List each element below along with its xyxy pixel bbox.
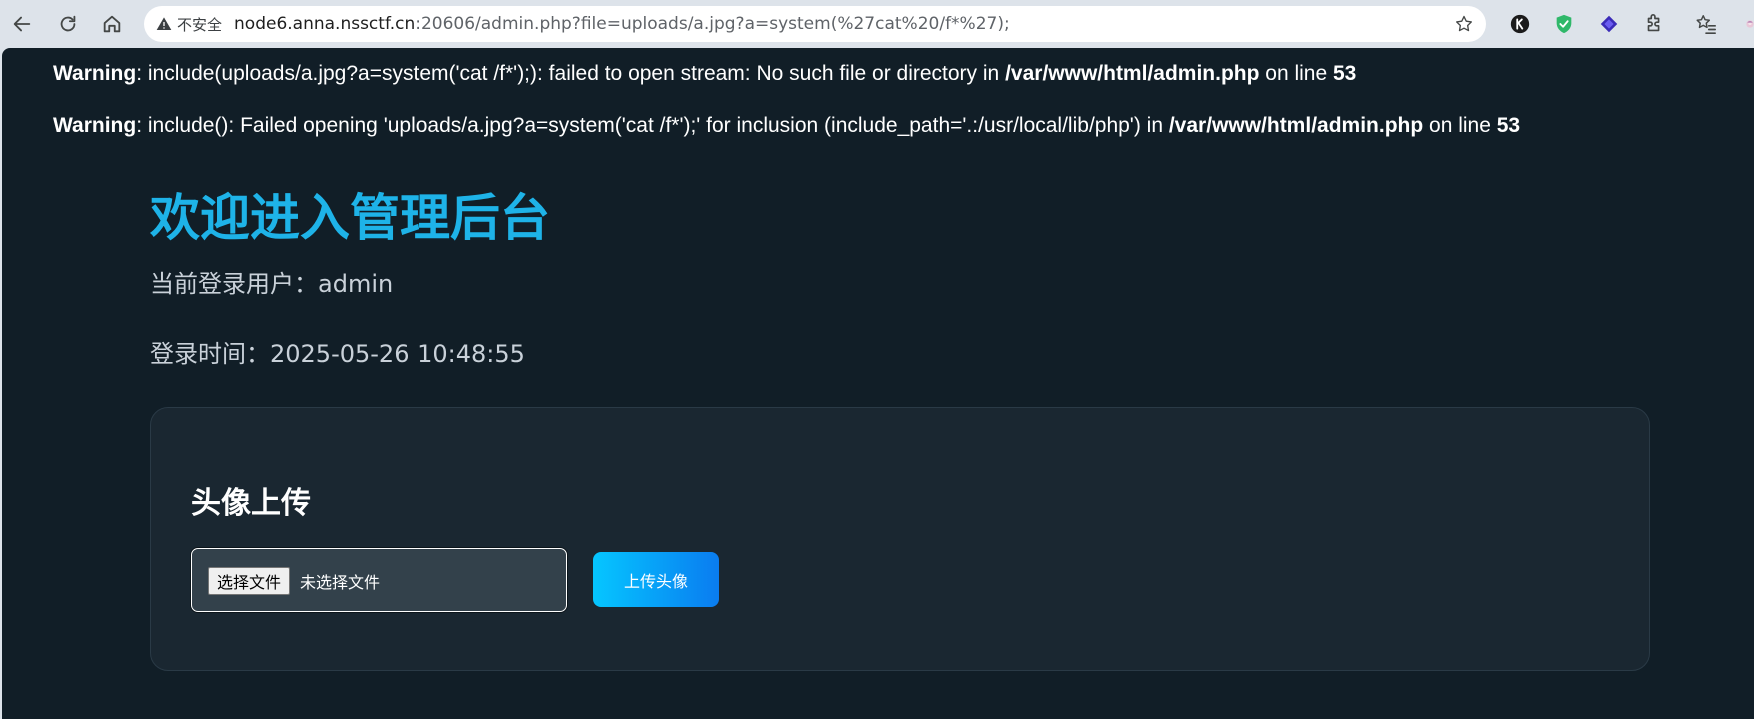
- avatar-upload-card: 头像上传 选择文件 未选择文件 上传头像: [150, 407, 1650, 671]
- current-user-text: 当前登录用户：admin: [150, 270, 394, 298]
- choose-file-button[interactable]: 选择文件: [208, 567, 291, 595]
- warning-message: : include(uploads/a.jpg?a=system('cat /f…: [136, 62, 1006, 85]
- home-icon: [103, 15, 121, 33]
- favorites-button[interactable]: [1694, 12, 1718, 36]
- k-logo-icon: [1510, 14, 1530, 34]
- url-host: node6.anna.nssctf.cn: [234, 14, 416, 34]
- login-time-text: 登录时间：2025-05-26 10:48:55: [150, 340, 525, 368]
- page-content: Warning: include(uploads/a.jpg?a=system(…: [2, 48, 1754, 719]
- star-icon: [1456, 15, 1472, 32]
- php-warning-2: Warning: include(): Failed opening 'uplo…: [53, 114, 1520, 138]
- bookmark-button[interactable]: [1452, 12, 1476, 36]
- extension-k[interactable]: [1508, 12, 1532, 36]
- security-label: 不安全: [177, 15, 223, 34]
- home-button[interactable]: [96, 8, 128, 40]
- address-bar[interactable]: 不安全 node6.anna.nssctf.cn:20606/admin.php…: [144, 6, 1486, 42]
- warning-line-number: 53: [1333, 62, 1357, 85]
- shield-check-icon: [1556, 14, 1572, 34]
- upload-avatar-button[interactable]: 上传头像: [593, 552, 719, 607]
- warning-line-text: on line: [1259, 62, 1333, 85]
- back-button[interactable]: [6, 8, 38, 40]
- puzzle-icon: [1647, 14, 1660, 32]
- upload-title: 头像上传: [191, 486, 311, 521]
- file-status-text: 未选择文件: [300, 573, 381, 592]
- reload-button[interactable]: [52, 8, 84, 40]
- warning-triangle-icon: [156, 17, 172, 30]
- warning-line-text: on line: [1423, 114, 1497, 137]
- profile-avatar[interactable]: [1738, 12, 1754, 36]
- page-title: 欢迎进入管理后台: [150, 189, 550, 247]
- url-text[interactable]: node6.anna.nssctf.cn:20606/admin.php?fil…: [234, 14, 1010, 34]
- favorites-list-icon: [1696, 15, 1716, 34]
- extension-diamond[interactable]: [1597, 12, 1621, 36]
- extension-shield[interactable]: [1552, 12, 1576, 36]
- warning-message: : include(): Failed opening 'uploads/a.j…: [136, 114, 1169, 137]
- reload-icon: [60, 15, 76, 32]
- diamond-icon: [1600, 15, 1618, 33]
- security-indicator[interactable]: 不安全: [156, 14, 222, 35]
- url-path: :20606/admin.php?file=uploads/a.jpg?a=sy…: [415, 14, 1010, 34]
- extensions-button[interactable]: [1642, 12, 1666, 36]
- browser-toolbar: 不安全 node6.anna.nssctf.cn:20606/admin.php…: [0, 0, 1754, 48]
- avatar-icon: [1746, 20, 1754, 28]
- warning-file: /var/www/html/admin.php: [1168, 114, 1424, 137]
- warning-file: /var/www/html/admin.php: [1005, 62, 1260, 85]
- arrow-left-icon: [13, 16, 31, 32]
- warning-label: Warning: [53, 62, 137, 85]
- php-warning-1: Warning: include(uploads/a.jpg?a=system(…: [53, 62, 1356, 86]
- warning-label: Warning: [53, 114, 137, 137]
- file-input[interactable]: 选择文件 未选择文件: [191, 548, 567, 612]
- warning-line-number: 53: [1496, 114, 1521, 137]
